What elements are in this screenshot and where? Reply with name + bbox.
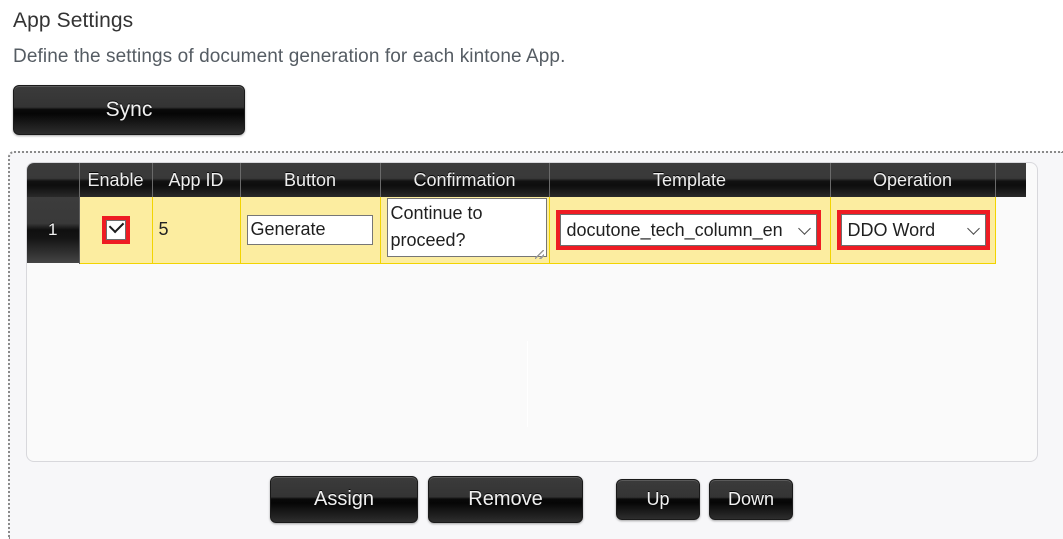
assign-button[interactable]: Assign <box>270 476 418 523</box>
template-cell: docutone_tech_column_en <box>549 197 831 264</box>
column-header-enable[interactable]: Enable <box>79 163 153 197</box>
template-highlight-box: docutone_tech_column_en <box>555 209 821 250</box>
footer-actions: Assign Remove Up Down <box>0 476 1063 523</box>
chevron-down-icon <box>966 221 980 235</box>
enable-highlight-box <box>101 215 130 244</box>
confirmation-textarea-wrap <box>386 197 547 262</box>
button-cell <box>240 197 381 264</box>
panel-interior-rule <box>527 341 528 427</box>
button-label-input[interactable] <box>246 214 373 245</box>
chevron-down-icon <box>797 221 811 235</box>
enable-checkbox[interactable] <box>105 217 126 240</box>
column-header-template[interactable]: Template <box>549 163 831 197</box>
operation-cell: DDO Word <box>830 197 996 264</box>
check-icon <box>108 217 124 234</box>
app-settings-screen: App Settings Define the settings of docu… <box>0 0 1063 539</box>
remove-button[interactable]: Remove <box>428 476 583 523</box>
column-header-button[interactable]: Button <box>240 163 381 197</box>
table-header-row: Enable App ID Button Confirmation Templa… <box>27 163 1026 197</box>
page-title: App Settings <box>13 9 134 32</box>
move-up-button[interactable]: Up <box>616 479 700 520</box>
column-header-confirmation[interactable]: Confirmation <box>380 163 550 197</box>
column-header-operation[interactable]: Operation <box>830 163 996 197</box>
confirmation-textarea[interactable] <box>386 197 547 257</box>
app-id-cell[interactable]: 5 <box>152 197 241 264</box>
template-select[interactable]: docutone_tech_column_en <box>559 213 817 246</box>
app-settings-table-panel: Enable App ID Button Confirmation Templa… <box>26 162 1038 462</box>
app-settings-table: Enable App ID Button Confirmation Templa… <box>27 163 1026 264</box>
move-down-button[interactable]: Down <box>709 479 793 520</box>
column-header-rownum <box>27 163 80 197</box>
sync-button[interactable]: Sync <box>13 85 245 135</box>
row-number-cell[interactable]: 1 <box>27 197 80 263</box>
enable-cell <box>79 197 153 264</box>
column-header-tail <box>995 163 1026 197</box>
table-row: 1 5 Generate Continue to proceed? docuto… <box>27 197 1026 264</box>
operation-select[interactable]: DDO Word <box>840 213 986 246</box>
confirmation-cell <box>380 197 550 264</box>
row-tail-cell <box>995 197 1026 263</box>
operation-highlight-box: DDO Word <box>836 209 990 250</box>
column-header-app-id[interactable]: App ID <box>152 163 241 197</box>
page-subtitle: Define the settings of document generati… <box>13 46 566 67</box>
